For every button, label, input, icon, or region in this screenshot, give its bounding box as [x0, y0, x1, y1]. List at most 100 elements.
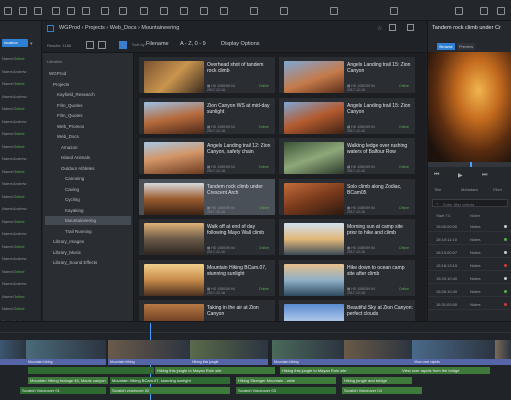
- share-icon[interactable]: [140, 7, 148, 15]
- audio-clip[interactable]: Hiking Stranger Mountain - wide: [236, 377, 336, 384]
- left-list-item[interactable]: Name Online: [0, 305, 41, 313]
- tree-item[interactable]: Cycling: [45, 195, 131, 204]
- left-list-item[interactable]: NameAndrew: [0, 205, 41, 213]
- tree-item[interactable]: Outdoor Athletes: [45, 164, 131, 173]
- left-list-item[interactable]: Name Online: [0, 293, 41, 301]
- tree-item[interactable]: Caving: [45, 185, 131, 194]
- marker-row[interactable]: 15:20:10:40 Notes: [428, 273, 511, 284]
- scrubber[interactable]: [428, 162, 511, 167]
- tree-item[interactable]: Trail Running: [45, 227, 131, 236]
- left-list-item[interactable]: NameAndrew: [0, 255, 41, 263]
- media-card[interactable]: Walking ledge over rushing waters of Bal…: [279, 138, 415, 174]
- tree-item[interactable]: Film_Quotes: [45, 111, 131, 120]
- media-thumbnail[interactable]: [284, 142, 344, 174]
- link-icon[interactable]: [101, 7, 109, 15]
- tab-filed[interactable]: Filed: [493, 187, 502, 192]
- video-clip[interactable]: [0, 340, 26, 365]
- grid-icon[interactable]: [389, 24, 396, 31]
- tree-item[interactable]: Web_Docs: [45, 132, 131, 141]
- tree-item[interactable]: Film_Quotes: [45, 101, 131, 110]
- tree-item[interactable]: Island Animals: [45, 153, 131, 162]
- tree-item[interactable]: Amazon: [45, 143, 131, 152]
- audio-clip[interactable]: Scratch Voiceover 04: [342, 387, 422, 394]
- tree-item[interactable]: Kayaking: [45, 206, 131, 215]
- audio-clip[interactable]: Mountain Hiking BCam.07, stunning sunlig…: [110, 377, 230, 384]
- tree-item[interactable]: Library_Images: [45, 237, 131, 246]
- filmstrip-icon[interactable]: [82, 7, 90, 15]
- left-list-item[interactable]: Name Online: [0, 55, 41, 63]
- export-icon[interactable]: [280, 7, 288, 15]
- tab-title[interactable]: Title: [434, 187, 441, 192]
- tree-item[interactable]: Canoeing: [45, 174, 131, 183]
- marker-row[interactable]: 15:13:00:07 Notes: [428, 247, 511, 258]
- info-icon[interactable]: [220, 7, 228, 15]
- media-thumbnail[interactable]: [144, 223, 204, 255]
- video-clip[interactable]: Mountain hiking: [26, 340, 106, 365]
- tab-metadata[interactable]: Metadata: [461, 187, 478, 192]
- help-icon[interactable]: [480, 7, 488, 15]
- tree-item[interactable]: WGProd: [45, 69, 131, 78]
- clock-icon[interactable]: [119, 7, 127, 15]
- left-list-item[interactable]: Name Online: [0, 218, 41, 226]
- left-list-item[interactable]: NameAndrew: [0, 68, 41, 76]
- left-list-item[interactable]: NameAndrew: [0, 180, 41, 188]
- play-icon[interactable]: ▶: [458, 172, 463, 179]
- location-button[interactable]: location: [2, 39, 28, 47]
- marker-row[interactable]: 15:31:00:00 Notes: [428, 299, 511, 310]
- tree-item[interactable]: Projects: [45, 80, 131, 89]
- left-list-item[interactable]: Name Online: [0, 268, 41, 276]
- window-icon[interactable]: [497, 7, 505, 15]
- sync-icon[interactable]: [250, 7, 258, 15]
- preview-image[interactable]: [428, 52, 511, 162]
- left-list-item[interactable]: Name Online: [0, 130, 41, 138]
- media-thumbnail[interactable]: [284, 263, 344, 296]
- media-card[interactable]: Zion Canyon WS at mid-day sunlight ▦ HD 1…: [139, 97, 275, 134]
- tree-item[interactable]: Library_Music: [45, 248, 131, 257]
- media-card[interactable]: Overhead shot of tandem rock climb ▦ HD 1…: [139, 57, 275, 93]
- tag-icon[interactable]: [180, 7, 188, 15]
- left-list-item[interactable]: NameAndrew: [0, 93, 41, 101]
- left-list-item[interactable]: Name Online: [0, 143, 41, 151]
- media-card[interactable]: Morning sun at camp site prior to hike a…: [279, 219, 415, 255]
- audio-clip[interactable]: Hiking this jungle to Mayan Ruin site: [280, 367, 400, 374]
- audio-clip[interactable]: Hiking jungle and bridge: [342, 377, 412, 384]
- star-icon[interactable]: ☆: [377, 25, 382, 32]
- media-card[interactable]: Mountain Hiking BCam.07, stunning sunlig…: [139, 259, 275, 296]
- step-back-icon[interactable]: ⏮: [434, 172, 439, 179]
- left-list-item[interactable]: NameAndrew: [0, 280, 41, 288]
- user-icon[interactable]: [455, 7, 463, 15]
- breadcrumb-trail[interactable]: WGProd › Projects › Web_Docs › Mountaine…: [59, 25, 179, 31]
- filmstrip-view-icon[interactable]: [119, 41, 127, 49]
- tree-item[interactable]: Web_Promos: [45, 122, 131, 131]
- media-thumbnail[interactable]: [284, 223, 344, 255]
- media-thumbnail[interactable]: [144, 142, 204, 174]
- left-list-item[interactable]: Name Online: [0, 105, 41, 113]
- settings-icon[interactable]: [390, 7, 398, 15]
- media-thumbnail[interactable]: [144, 263, 204, 296]
- video-clip[interactable]: Mountain hiking: [272, 340, 344, 365]
- audio-clip[interactable]: [28, 367, 154, 374]
- media-thumbnail[interactable]: [284, 182, 344, 215]
- media-thumbnail[interactable]: [144, 101, 204, 134]
- search-icon[interactable]: [330, 7, 338, 15]
- media-card[interactable]: Angels Landing trail 12: Zion Canyon, sa…: [139, 138, 275, 174]
- list-icon[interactable]: [407, 24, 414, 31]
- star-icon[interactable]: [160, 7, 168, 15]
- video-clip[interactable]: Mountain hiking: [108, 340, 190, 365]
- tree-item[interactable]: Kayfield_Research: [45, 90, 131, 99]
- video-clip[interactable]: [344, 340, 412, 365]
- media-thumbnail[interactable]: [144, 61, 204, 93]
- video-clip[interactable]: [495, 340, 511, 365]
- media-thumbnail[interactable]: [284, 61, 344, 93]
- media-card[interactable]: Solo climb along Zodiac, BCam05 ▦ HD 1080…: [279, 178, 415, 215]
- left-list-item[interactable]: Name Online: [0, 80, 41, 88]
- menu-icon[interactable]: [4, 7, 12, 15]
- media-thumbnail[interactable]: [144, 182, 204, 215]
- media-icon[interactable]: [34, 7, 42, 15]
- grid-view-icon[interactable]: [52, 7, 60, 15]
- grid-view-icon[interactable]: [86, 41, 94, 49]
- left-list-item[interactable]: NameAndrew: [0, 118, 41, 126]
- video-clip[interactable]: View over rapids: [412, 340, 495, 365]
- audio-clip[interactable]: Scratch Voiceover 03: [236, 387, 336, 394]
- audio-clip[interactable]: Scratch voiceover 02: [110, 387, 230, 394]
